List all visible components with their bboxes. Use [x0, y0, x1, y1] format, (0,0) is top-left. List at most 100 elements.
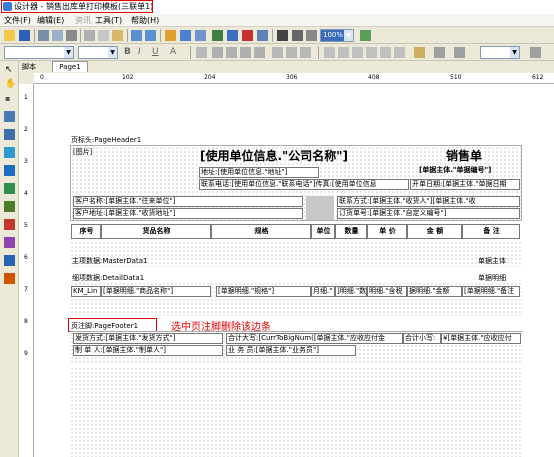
hand-icon[interactable]: ✋ — [5, 79, 16, 89]
customer-address-field[interactable]: 客户地址:[单据主体."收货地址"] — [73, 208, 303, 219]
align-justify-icon[interactable] — [254, 47, 265, 58]
picture-icon[interactable] — [4, 147, 15, 158]
menu-tools[interactable]: 工具(T) — [95, 15, 122, 26]
insert-band-icon[interactable] — [212, 30, 223, 41]
delete-page-icon[interactable] — [242, 30, 253, 41]
line-style-icon[interactable] — [454, 47, 465, 58]
menu-file[interactable]: 文件(F) — [4, 15, 31, 26]
detail-cell-product[interactable]: [单据明细."商品名称"] — [101, 286, 211, 297]
subtotal-field[interactable]: ¥[单据主体."应收应付 — [441, 333, 521, 344]
customer-name-field[interactable]: 客户名称:[单据主体."往来单位"] — [73, 196, 303, 207]
bring-front-icon[interactable] — [180, 30, 191, 41]
col-header-remark[interactable]: 备 注 — [462, 224, 520, 239]
line-color-icon[interactable] — [434, 47, 445, 58]
page-settings-icon[interactable] — [257, 30, 268, 41]
shape-icon[interactable] — [4, 255, 15, 266]
frame-bottom-icon[interactable] — [338, 47, 349, 58]
save-icon[interactable] — [19, 30, 30, 41]
tab-page1[interactable]: Page1 — [52, 61, 88, 72]
tab-script[interactable]: 脚本 — [22, 62, 36, 72]
page-setup-icon[interactable] — [66, 30, 77, 41]
col-header-seq[interactable]: 序号 — [71, 224, 101, 239]
document-title[interactable]: 销售单 — [445, 149, 505, 164]
frame-right-icon[interactable] — [366, 47, 377, 58]
zoom-combo[interactable]: 100% ▼ — [320, 29, 354, 42]
order-number-field[interactable]: 订货单号:[单据主体."自定义编号"] — [337, 208, 520, 219]
salesperson-field[interactable]: 业 务 员:[单据主体."业务员"] — [226, 345, 356, 356]
valign-top-icon[interactable] — [272, 47, 283, 58]
phone-field[interactable]: 联系电话:[使用单位信息."联系电话"]传真:[使用单位信息 — [199, 179, 409, 190]
open-icon[interactable] — [4, 30, 15, 41]
col-header-price[interactable]: 单 价 — [367, 224, 407, 239]
band-icon[interactable] — [4, 129, 15, 140]
frame-none-icon[interactable] — [394, 47, 405, 58]
grid-icon[interactable] — [277, 30, 288, 41]
menu-help[interactable]: 帮助(H) — [131, 15, 159, 26]
frame-top-icon[interactable] — [324, 47, 335, 58]
redo-icon[interactable] — [145, 30, 156, 41]
shadow-icon[interactable] — [530, 47, 541, 58]
font-color-icon[interactable]: A — [170, 47, 176, 57]
align-left-icon[interactable] — [212, 47, 223, 58]
detail-cell-qty[interactable]: ]明细."数 — [335, 286, 367, 297]
italic-icon[interactable]: I — [138, 47, 141, 57]
align-right-icon[interactable] — [240, 47, 251, 58]
send-back-icon[interactable] — [195, 30, 206, 41]
underline-icon[interactable]: U — [152, 47, 159, 57]
fill-color-icon[interactable] — [414, 47, 425, 58]
detail-cell-spec[interactable]: [单据明细."规格"] — [216, 286, 311, 297]
chart-icon[interactable] — [4, 219, 15, 230]
maker-field[interactable]: 制 单 人:[单据主体."制单人"] — [73, 345, 223, 356]
more-icon[interactable]: ▪ — [5, 94, 10, 103]
frame-all-icon[interactable] — [380, 47, 391, 58]
master-data-label[interactable]: 主项数据:MasterData1 — [72, 256, 147, 266]
detail-cell-amount[interactable]: 据明细."金额 — [407, 286, 462, 297]
col-header-unit[interactable]: 单位 — [311, 224, 335, 239]
menu-edit[interactable]: 编辑(E) — [37, 15, 64, 26]
shipping-method-field[interactable]: 发货方式:[单据主体."发货方式"] — [73, 333, 223, 344]
select-arrow-icon[interactable]: ↖ — [5, 65, 13, 75]
undo-icon[interactable] — [131, 30, 142, 41]
bold-icon[interactable]: B — [124, 47, 131, 57]
image-placeholder[interactable]: [图片] — [72, 148, 112, 160]
highlight-icon[interactable] — [196, 47, 207, 58]
menu-info[interactable]: 资讯 — [75, 15, 91, 26]
col-header-product[interactable]: 货品名称 — [101, 224, 211, 239]
cross-tab-icon[interactable] — [4, 201, 15, 212]
align-center-icon[interactable] — [226, 47, 237, 58]
company-name-field[interactable]: [使用单位信息."公司名称"] — [199, 149, 399, 165]
date-field[interactable]: 开单日期:[单据主体."单据日期 — [410, 179, 520, 190]
empty-page-area[interactable] — [70, 367, 522, 457]
font-name-combo[interactable]: ▼ — [4, 46, 74, 59]
print-icon[interactable] — [38, 30, 49, 41]
cut-icon[interactable] — [84, 30, 95, 41]
exit-design-icon[interactable] — [360, 30, 371, 41]
snap-icon[interactable] — [292, 30, 303, 41]
valign-bottom-icon[interactable] — [300, 47, 311, 58]
address-field[interactable]: 地址:[使用单位信息."地址"] — [199, 167, 319, 178]
col-header-qty[interactable]: 数量 — [335, 224, 367, 239]
align-grid-icon[interactable] — [306, 30, 317, 41]
valign-middle-icon[interactable] — [286, 47, 297, 58]
detail-cell-line[interactable]: KM_Lin — [71, 286, 101, 297]
detail-cell-unit[interactable]: 月细." — [311, 286, 335, 297]
doc-number-field[interactable]: [单据主体."单据编号"] — [418, 166, 520, 177]
group-icon[interactable] — [165, 30, 176, 41]
preview-icon[interactable] — [52, 30, 63, 41]
detail-cell-remark[interactable]: [单据明细."备注 — [462, 286, 520, 297]
line-width-combo[interactable]: ▼ — [480, 46, 520, 59]
contact-field[interactable]: 联系方式:[单据主体."收货人"][单据主体."收 — [337, 196, 520, 207]
copy-icon[interactable] — [98, 30, 109, 41]
col-header-spec[interactable]: 规格 — [211, 224, 311, 239]
paste-icon[interactable] — [112, 30, 123, 41]
line-icon[interactable] — [4, 183, 15, 194]
page-header-label[interactable]: 页标头:PageHeader1 — [71, 135, 141, 145]
col-header-amount[interactable]: 金 额 — [407, 224, 462, 239]
detail-cell-price[interactable]: 明细."含税 — [367, 286, 407, 297]
tools-icon[interactable] — [4, 273, 15, 284]
subtotal-label[interactable]: 合计小写: — [403, 333, 441, 344]
subreport-icon[interactable] — [4, 165, 15, 176]
font-size-combo[interactable]: ▼ — [78, 46, 118, 59]
text-object-icon[interactable] — [4, 111, 15, 122]
barcode-icon[interactable] — [4, 237, 15, 248]
